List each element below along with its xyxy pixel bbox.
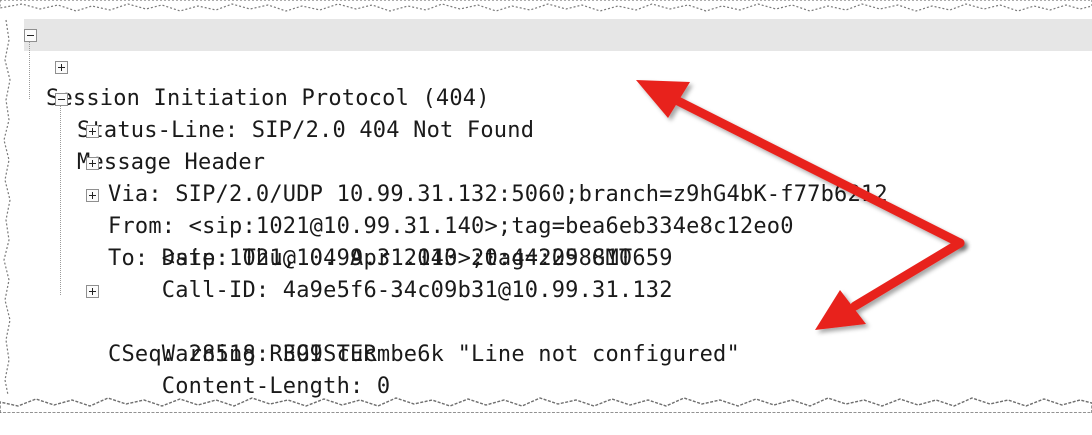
arrow-to-warning (815, 238, 965, 330)
annotation-arrows (636, 80, 965, 330)
arrow-to-status-line (636, 80, 965, 248)
